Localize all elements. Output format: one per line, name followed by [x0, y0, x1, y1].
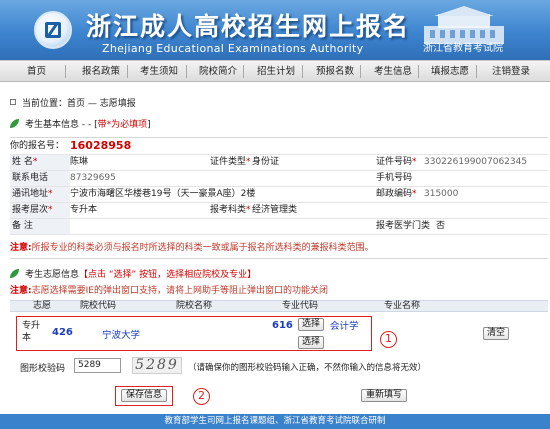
school-name-value: 宁波大学: [102, 330, 141, 341]
choice-note: 注意:志愿选择需要IE的弹出窗口支持，请将上网助手等阻止弹出窗口的功能关闭: [10, 286, 328, 296]
table-row: 备 注 报考医学门类 否: [10, 219, 548, 235]
save-button[interactable]: 保存信息: [121, 389, 167, 402]
leaf-icon: [10, 269, 19, 278]
table-row: 通讯地址* 宁波市海曙区华楼巷19号（天一豪景A座）2楼 邮政编码* 31500…: [10, 187, 548, 203]
table-row: 联系电话 87329695 手机号码: [10, 171, 548, 187]
phone-label: 联系电话: [10, 171, 70, 186]
nav-prereg[interactable]: 预报名数: [316, 61, 354, 82]
id-number-value: 330226199007062345: [424, 157, 528, 167]
callout-2: 2: [193, 388, 210, 405]
reg-number-row: 你的报名号： 16028958: [10, 138, 548, 155]
postcode-value: 315000: [424, 189, 459, 199]
col-choice: 志愿: [33, 301, 52, 311]
nav-info[interactable]: 考生信息: [374, 61, 412, 82]
nav-logout[interactable]: 注销登录: [492, 61, 530, 82]
nav-policy[interactable]: 报名政策: [82, 61, 120, 82]
nav-choice[interactable]: 填报志愿: [431, 61, 469, 82]
table-row: 姓 名* 陈琳 证件类型* 身份证 证件号码* 3302261990070623…: [10, 155, 548, 171]
basic-info-note: 注意:所报专业的科类必须与报名时所选择的科类一致或属于报名所选科类的兼报科类范围…: [10, 243, 374, 253]
mobile-label: 手机号码: [376, 173, 413, 183]
callout-1: 1: [380, 331, 397, 348]
footer: 教育部学生司网上报名课题组、浙江省教育考试院联合研制: [0, 414, 550, 429]
breadcrumb-label: 当前位置：: [22, 99, 68, 109]
select-major-button[interactable]: 选择: [298, 318, 324, 331]
breadcrumb-path: 首页 — 志愿填报: [67, 99, 136, 109]
medical-value: 否: [436, 221, 446, 231]
category-value: 经济管理类: [252, 205, 298, 215]
col-major-code: 专业代码: [282, 301, 319, 311]
name-value: 陈琳: [70, 157, 89, 167]
clear-button[interactable]: 清空: [483, 327, 509, 340]
nav-schools[interactable]: 院校简介: [199, 61, 237, 82]
building-illustration-icon: [424, 6, 504, 44]
site-title: 浙江成人高校招生网上报名: [86, 12, 411, 41]
nav-notice[interactable]: 考生须知: [140, 61, 178, 82]
header-banner: 浙江成人高校招生网上报名 Zhejiang Educational Examin…: [0, 0, 550, 60]
nav-plan[interactable]: 招生计划: [257, 61, 295, 82]
select-school-button[interactable]: 选择: [298, 336, 324, 349]
captcha-input[interactable]: 5289: [74, 358, 121, 373]
school-code-value: 426: [52, 327, 73, 338]
main-nav: 首页 报名政策 考生须知 院校简介 招生计划 预报名数 考生信息 填报志愿 注销…: [0, 60, 550, 82]
zhejiang-exam-logo-icon: [34, 11, 72, 49]
col-school-name: 院校名称: [176, 301, 213, 311]
nav-home[interactable]: 首页: [27, 61, 46, 82]
id-number-label: 证件号码*: [376, 157, 417, 167]
basic-info-heading: 考生基本信息 - - [带*为必填项]: [10, 117, 151, 130]
reg-number-value: 16028958: [70, 139, 132, 152]
basic-info-table: 你的报名号： 16028958 姓 名* 陈琳 证件类型* 身份证 证件号码* …: [10, 137, 548, 235]
col-major-name: 专业名称: [384, 301, 421, 311]
category-label: 报考科类*: [210, 205, 251, 215]
choice-level-label: 专升本: [22, 321, 41, 343]
captcha-image: 5289: [132, 357, 182, 374]
reg-number-label: 你的报名号：: [10, 141, 65, 151]
postcode-label: 邮政编码*: [376, 189, 417, 199]
name-label: 姓 名*: [10, 155, 70, 170]
id-type-label: 证件类型*: [210, 157, 251, 167]
breadcrumb: 当前位置：首页 — 志愿填报: [10, 96, 136, 109]
leaf-icon: [10, 119, 19, 128]
captcha-hint: （请确保你的图形校验码输入正确，不然你输入的信息将无效）: [188, 363, 427, 373]
captcha-label: 图形校验码: [20, 364, 66, 374]
major-code-value: 616: [272, 320, 293, 331]
site-subtitle-en: Zhejiang Educational Examinations Author…: [102, 42, 364, 55]
medical-label: 报考医学门类: [376, 221, 431, 231]
col-school-code: 院校代码: [80, 301, 117, 311]
org-name: 浙江省教育考试院: [423, 43, 503, 54]
id-type-value: 身份证: [252, 157, 280, 167]
level-value: 专升本: [70, 205, 98, 215]
address-value: 宁波市海曙区华楼巷19号（天一豪景A座）2楼: [70, 189, 256, 199]
remark-label: 备 注: [10, 219, 70, 234]
major-name-value: 会计学: [330, 321, 359, 332]
choice-info-heading: 考生志愿信息【点击 “选择” 按钮，选择相应院校及专业】: [10, 267, 256, 280]
reset-button[interactable]: 重新填写: [361, 389, 407, 402]
location-icon: [10, 99, 16, 105]
table-row: 报考层次* 专升本 报考科类* 经济管理类: [10, 203, 548, 219]
level-label: 报考层次*: [10, 203, 70, 218]
phone-value: 87329695: [70, 173, 116, 183]
address-label: 通讯地址*: [10, 187, 70, 202]
section-divider: [10, 258, 548, 259]
choice-table-header: 志愿 院校代码 院校名称 专业代码 专业名称: [10, 300, 548, 312]
